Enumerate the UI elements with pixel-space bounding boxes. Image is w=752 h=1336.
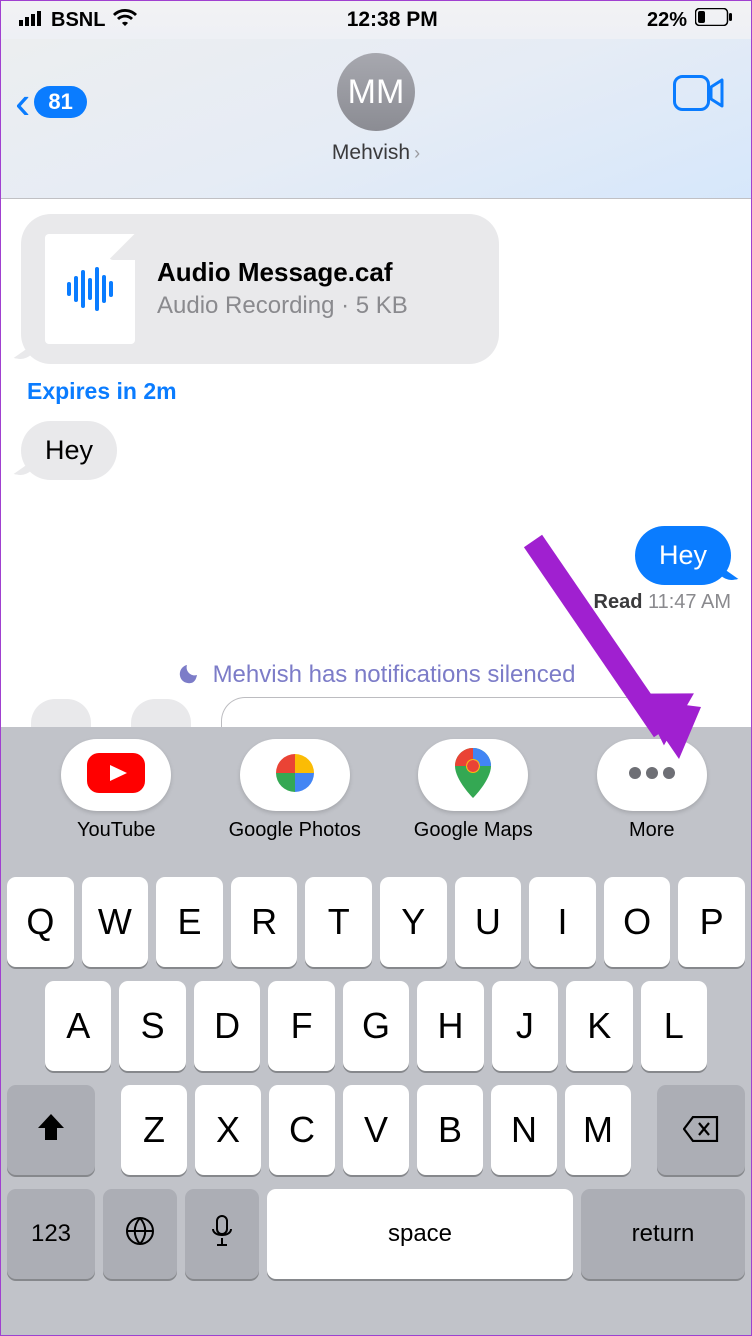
globe-key[interactable] bbox=[103, 1189, 177, 1279]
audio-message-bubble[interactable]: Audio Message.caf Audio Recording · 5 KB bbox=[21, 214, 499, 364]
key-p[interactable]: P bbox=[678, 877, 745, 967]
incoming-message-text: Hey bbox=[45, 435, 93, 465]
tray-label: Google Maps bbox=[414, 819, 533, 842]
keyboard-row-4: 123 space return bbox=[7, 1189, 745, 1279]
key-z[interactable]: Z bbox=[121, 1085, 187, 1175]
key-k[interactable]: K bbox=[566, 981, 632, 1071]
tray-app-google-photos[interactable]: Google Photos bbox=[206, 739, 385, 842]
ellipsis-icon bbox=[627, 766, 677, 784]
key-s[interactable]: S bbox=[119, 981, 185, 1071]
tray-app-youtube[interactable]: YouTube bbox=[27, 739, 206, 842]
key-u[interactable]: U bbox=[455, 877, 522, 967]
key-y[interactable]: Y bbox=[380, 877, 447, 967]
delete-key[interactable] bbox=[657, 1085, 745, 1175]
key-m[interactable]: M bbox=[565, 1085, 631, 1175]
outgoing-message-bubble[interactable]: Hey bbox=[635, 526, 731, 585]
clock-label: 12:38 PM bbox=[347, 8, 438, 32]
key-h[interactable]: H bbox=[417, 981, 483, 1071]
keyboard: QWERTYUIOP ASDFGHJKL ZXCVBNM 123 space r… bbox=[1, 867, 751, 1335]
carrier-label: BSNL bbox=[51, 9, 105, 32]
key-j[interactable]: J bbox=[492, 981, 558, 1071]
google-photos-icon bbox=[272, 750, 318, 801]
tray-label: More bbox=[629, 819, 675, 842]
key-x[interactable]: X bbox=[195, 1085, 261, 1175]
keyboard-row-2: ASDFGHJKL bbox=[7, 981, 745, 1071]
tray-label: YouTube bbox=[77, 819, 156, 842]
key-q[interactable]: Q bbox=[7, 877, 74, 967]
key-i[interactable]: I bbox=[529, 877, 596, 967]
microphone-icon bbox=[211, 1215, 233, 1254]
silenced-text: Mehvish has notifications silenced bbox=[213, 661, 576, 689]
key-r[interactable]: R bbox=[231, 877, 298, 967]
avatar: MM bbox=[337, 53, 415, 131]
key-w[interactable]: W bbox=[82, 877, 149, 967]
chevron-right-icon: › bbox=[414, 143, 420, 164]
key-d[interactable]: D bbox=[194, 981, 260, 1071]
message-input-peek[interactable] bbox=[221, 697, 691, 727]
globe-icon bbox=[125, 1216, 155, 1253]
audio-subtitle: Audio Recording · 5 KB bbox=[157, 290, 475, 321]
key-v[interactable]: V bbox=[343, 1085, 409, 1175]
key-g[interactable]: G bbox=[343, 981, 409, 1071]
outgoing-message-text: Hey bbox=[659, 540, 707, 570]
status-bar: BSNL 12:38 PM 22% bbox=[1, 1, 751, 39]
key-e[interactable]: E bbox=[156, 877, 223, 967]
space-key[interactable]: space bbox=[267, 1189, 573, 1279]
read-receipt: Read 11:47 AM bbox=[21, 591, 731, 614]
backspace-icon bbox=[683, 1109, 719, 1151]
key-a[interactable]: A bbox=[45, 981, 111, 1071]
facetime-button[interactable] bbox=[673, 75, 725, 116]
audio-file-icon bbox=[45, 234, 135, 344]
audio-filename: Audio Message.caf bbox=[157, 257, 475, 288]
dictation-key[interactable] bbox=[185, 1189, 259, 1279]
conversation-thread[interactable]: Audio Message.caf Audio Recording · 5 KB… bbox=[1, 200, 751, 723]
moon-icon bbox=[177, 658, 203, 691]
return-key[interactable]: return bbox=[581, 1189, 745, 1279]
tray-label: Google Photos bbox=[229, 819, 361, 842]
key-t[interactable]: T bbox=[305, 877, 372, 967]
expires-label: Expires in 2m bbox=[27, 378, 731, 405]
imessage-app-tray[interactable]: YouTube Google Photos Google Maps More bbox=[1, 727, 751, 867]
shift-icon bbox=[36, 1109, 66, 1151]
contact-name-label: Mehvish bbox=[332, 141, 410, 165]
key-f[interactable]: F bbox=[268, 981, 334, 1071]
keyboard-row-3: ZXCVBNM bbox=[7, 1085, 745, 1175]
keyboard-row-1: QWERTYUIOP bbox=[7, 877, 745, 967]
tray-app-google-maps[interactable]: Google Maps bbox=[384, 739, 563, 842]
youtube-icon bbox=[87, 753, 145, 798]
cellular-icon bbox=[19, 9, 43, 32]
battery-icon bbox=[695, 8, 733, 32]
key-l[interactable]: L bbox=[641, 981, 707, 1071]
conversation-header: ‹ 81 MM Mehvish › bbox=[1, 39, 751, 199]
battery-pct-label: 22% bbox=[647, 9, 687, 32]
wifi-icon bbox=[113, 8, 137, 32]
tray-app-more[interactable]: More bbox=[563, 739, 742, 842]
google-maps-icon bbox=[455, 748, 491, 803]
key-c[interactable]: C bbox=[269, 1085, 335, 1175]
key-b[interactable]: B bbox=[417, 1085, 483, 1175]
contact-info[interactable]: MM Mehvish › bbox=[1, 53, 751, 165]
numbers-key[interactable]: 123 bbox=[7, 1189, 95, 1279]
key-n[interactable]: N bbox=[491, 1085, 557, 1175]
key-o[interactable]: O bbox=[604, 877, 671, 967]
shift-key[interactable] bbox=[7, 1085, 95, 1175]
notifications-silenced-banner[interactable]: Mehvish has notifications silenced bbox=[21, 658, 731, 691]
incoming-message-bubble[interactable]: Hey bbox=[21, 421, 117, 480]
